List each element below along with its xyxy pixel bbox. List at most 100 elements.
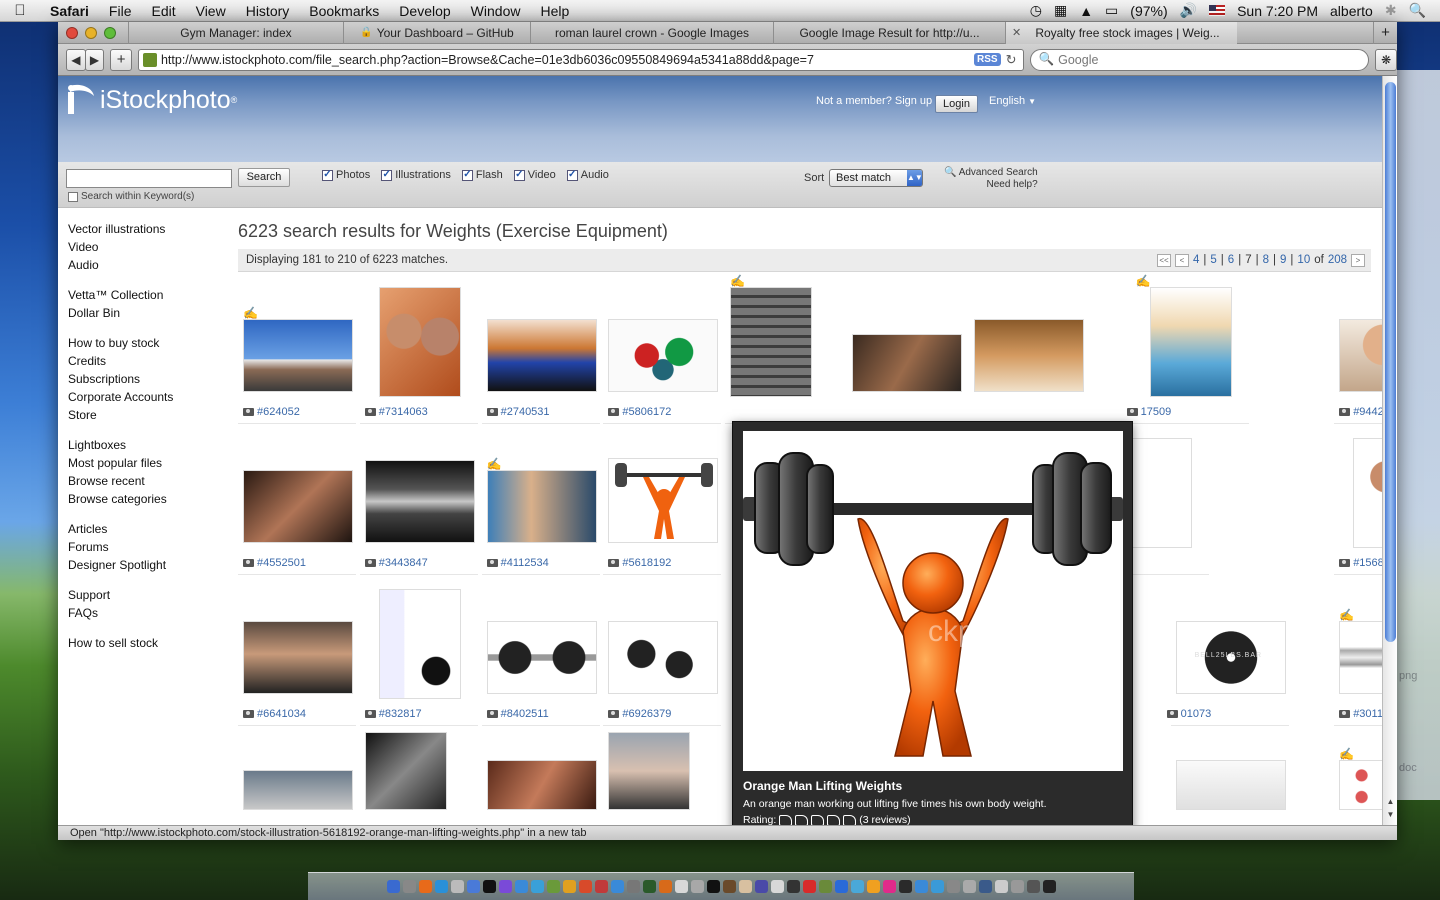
first-page-button[interactable]: << — [1156, 254, 1171, 267]
login-button[interactable]: Login — [935, 95, 978, 113]
dock-app-icon[interactable] — [530, 880, 544, 893]
nav-link[interactable]: FAQs — [68, 604, 173, 622]
result-thumbnail[interactable] — [486, 621, 597, 694]
menu-edit[interactable]: Edit — [141, 3, 185, 19]
result-thumbnail[interactable] — [243, 621, 353, 694]
filter-photos[interactable]: ✓ Photos — [322, 169, 370, 181]
result-thumbnail[interactable] — [243, 770, 353, 810]
result-thumbnail[interactable] — [608, 458, 719, 543]
result-thumbnail[interactable] — [243, 319, 353, 392]
page-link[interactable]: 5 — [1210, 249, 1216, 272]
dock-app-icon[interactable] — [578, 880, 592, 893]
result-id-link[interactable]: #3443847 — [364, 557, 428, 569]
dock-app-icon[interactable] — [978, 880, 992, 893]
result-thumbnail[interactable] — [486, 760, 597, 810]
result-id-link[interactable]: #9442063 — [1339, 406, 1382, 418]
language-select[interactable]: English ▼ — [989, 95, 1036, 107]
nav-link[interactable]: Most popular files — [68, 454, 173, 472]
minimize-window-button[interactable] — [85, 26, 97, 39]
dock-app-icon[interactable] — [434, 880, 448, 893]
result-thumbnail[interactable] — [486, 470, 597, 543]
filter-illustrations[interactable]: ✓ Illustrations — [381, 169, 451, 181]
filter-video[interactable]: ✓ Video — [513, 169, 556, 181]
nav-link[interactable]: Browse categories — [68, 490, 173, 508]
result-thumbnail[interactable] — [1339, 621, 1382, 694]
result-id[interactable]: 01073 — [1181, 708, 1212, 720]
istock-logo[interactable]: iStockphoto ® — [64, 84, 237, 116]
checkbox-checked[interactable]: ✓ — [461, 169, 473, 181]
nav-link[interactable]: How to sell stock — [68, 634, 173, 652]
result-id-link[interactable]: #6641034 — [243, 708, 306, 720]
menu-develop[interactable]: Develop — [389, 3, 460, 19]
result-thumbnail[interactable] — [364, 732, 447, 810]
result-thumbnail[interactable] — [1353, 438, 1382, 548]
result-id-link[interactable]: #832817 — [364, 708, 422, 720]
nav-link[interactable]: Subscriptions — [68, 370, 173, 388]
wifi-icon[interactable]: ▲ — [1079, 3, 1093, 19]
dock-app-icon[interactable] — [514, 880, 528, 893]
result-thumbnail[interactable] — [378, 589, 461, 699]
dock-app-icon[interactable] — [882, 880, 896, 893]
nav-link[interactable]: Lightboxes — [68, 436, 173, 454]
result-thumbnail[interactable] — [730, 287, 813, 397]
nav-link[interactable]: Vector illustrations — [68, 220, 173, 238]
address-bar[interactable]: http://www.istockphoto.com/file_search.p… — [137, 48, 1024, 71]
battery-icon[interactable]: ▭ — [1105, 2, 1118, 19]
result-id[interactable]: #156833 — [1353, 557, 1382, 569]
dock-app-icon[interactable] — [1010, 880, 1024, 893]
dock-app-icon[interactable] — [594, 880, 608, 893]
dock-app-icon[interactable] — [642, 880, 656, 893]
dock-app-icon[interactable] — [690, 880, 704, 893]
back-button[interactable]: ◀ — [66, 48, 86, 71]
dock-app-icon[interactable] — [450, 880, 464, 893]
dock-app-icon[interactable] — [738, 880, 752, 893]
bluetooth-icon[interactable]: ✱ — [1385, 2, 1397, 19]
clock[interactable]: Sun 7:20 PM — [1237, 3, 1318, 19]
nav-link[interactable]: Audio — [68, 256, 173, 274]
nav-link[interactable]: How to buy stock — [68, 334, 173, 352]
dock-app-icon[interactable] — [802, 880, 816, 893]
battery-percent[interactable]: (97%) — [1130, 3, 1167, 19]
result-thumbnail[interactable] — [1339, 319, 1382, 392]
forward-button[interactable]: ▶ — [84, 48, 105, 71]
reload-icon[interactable]: ↻ — [1006, 52, 1017, 68]
dock-app-icon[interactable] — [914, 880, 928, 893]
result-id[interactable]: 17509 — [1141, 406, 1172, 418]
zoom-window-button[interactable] — [104, 26, 116, 39]
new-tab-button[interactable]: + — [1373, 22, 1397, 44]
dock-app-icon[interactable] — [818, 880, 832, 893]
checkbox-checked[interactable]: ✓ — [513, 169, 525, 181]
add-bookmark-button[interactable]: + — [110, 48, 132, 71]
menu-window[interactable]: Window — [461, 3, 531, 19]
nav-link[interactable]: Designer Spotlight — [68, 556, 173, 574]
filter-flash[interactable]: ✓ Flash — [461, 169, 503, 181]
advanced-search-link[interactable]: 🔍 Advanced Search — [944, 167, 1038, 179]
rss-button[interactable]: RSS — [973, 52, 1001, 66]
result-id[interactable]: #7314063 — [379, 406, 428, 418]
result-thumbnail[interactable] — [608, 732, 691, 810]
sync-icon[interactable]: ▦ — [1054, 2, 1067, 19]
dock-app-icon[interactable] — [722, 880, 736, 893]
result-thumbnail[interactable] — [1149, 287, 1232, 397]
nav-link[interactable]: Articles — [68, 520, 173, 538]
nav-link[interactable]: Browse recent — [68, 472, 173, 490]
result-thumbnail[interactable] — [852, 334, 962, 392]
result-id-link[interactable]: #8402511 — [486, 708, 549, 720]
result-id-link[interactable]: #624052 — [243, 406, 300, 418]
dock-app-icon[interactable] — [994, 880, 1008, 893]
result-thumbnail[interactable]: BELL25LBS.BAR — [1175, 621, 1286, 694]
result-id[interactable]: #624052 — [257, 406, 300, 418]
result-id-link[interactable]: 01073 — [1166, 708, 1212, 720]
scroll-down-icon[interactable]: ▼ — [1383, 810, 1398, 822]
preview-image[interactable]: ckpho — [743, 431, 1123, 771]
dock-app-icon[interactable] — [866, 880, 880, 893]
last-page-link[interactable]: 208 — [1328, 249, 1347, 272]
search-button[interactable]: Search — [238, 168, 290, 187]
nav-link[interactable]: Forums — [68, 538, 173, 556]
result-id-link[interactable]: #156833 — [1339, 557, 1382, 569]
close-tab-icon[interactable]: ✕ — [1012, 26, 1021, 39]
dock-app-icon[interactable] — [962, 880, 976, 893]
result-id-link[interactable]: #7314063 — [364, 406, 428, 418]
dock-app-icon[interactable] — [850, 880, 864, 893]
result-id[interactable]: #5806172 — [622, 406, 671, 418]
